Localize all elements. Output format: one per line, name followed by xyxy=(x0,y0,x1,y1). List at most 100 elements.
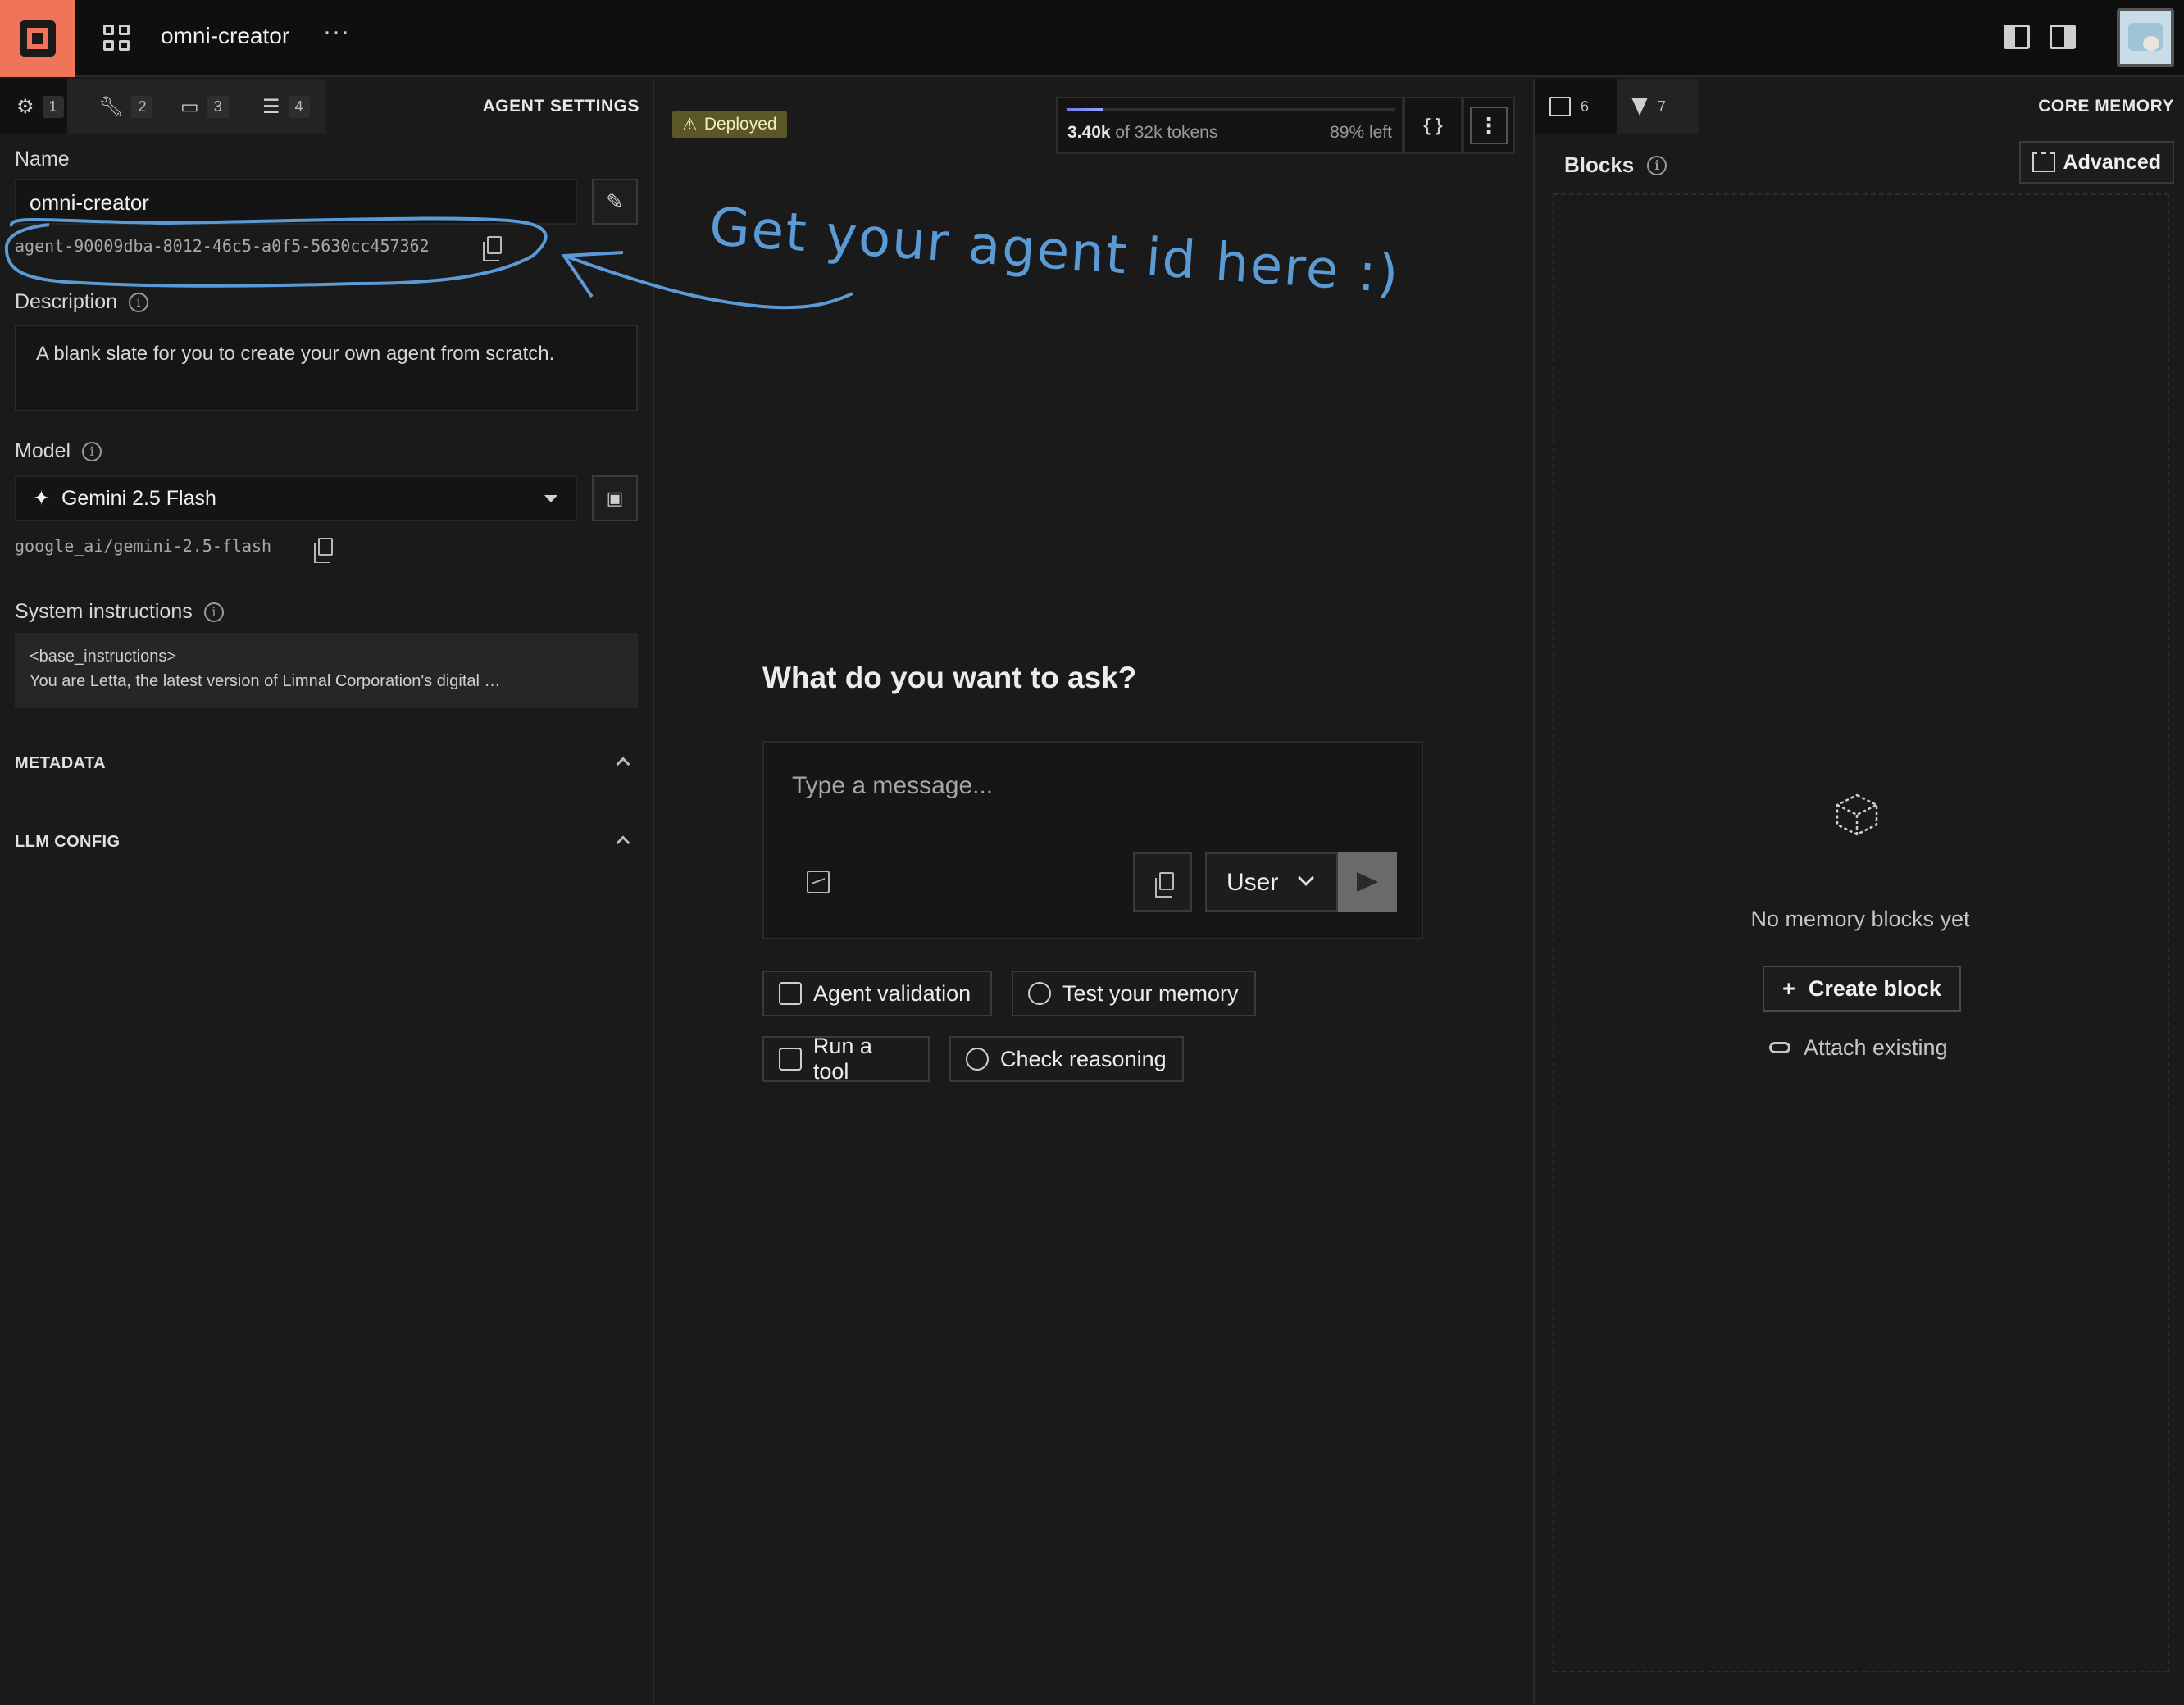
token-usage: 3.40k of 32k tokens 89% left xyxy=(1056,97,1404,154)
copy-icon xyxy=(1155,872,1174,898)
apps-grid-icon[interactable] xyxy=(103,25,131,52)
suggestion-test-memory[interactable]: Test your memory xyxy=(1012,971,1256,1016)
metadata-section[interactable]: METADATA xyxy=(15,754,635,779)
tab-count: 7 xyxy=(1658,98,1667,115)
suggestion-check-reasoning[interactable]: Check reasoning xyxy=(949,1036,1184,1082)
pencil-icon: ✎ xyxy=(606,189,624,214)
caret-down-icon xyxy=(544,495,557,502)
system-instructions-line: You are Letta, the latest version of Lim… xyxy=(30,672,501,690)
folder-icon: ▭ xyxy=(180,95,199,118)
info-icon[interactable]: i xyxy=(82,441,102,461)
section-title: AGENT SETTINGS xyxy=(482,97,639,116)
agent-title: omni-creator xyxy=(161,23,290,48)
toggle-right-panel-icon[interactable] xyxy=(2050,25,2076,49)
suggestion-label: Run a tool xyxy=(812,1034,872,1084)
tab-config[interactable]: ☰ 4 xyxy=(246,79,323,134)
token-progress-bar xyxy=(1067,108,1395,111)
create-block-label: Create block xyxy=(1808,975,1941,1001)
description-label: Description i xyxy=(15,290,149,314)
send-button[interactable] xyxy=(1338,852,1397,912)
layout-icon xyxy=(2032,152,2055,172)
message-composer: User xyxy=(762,741,1423,939)
attach-existing-button[interactable]: Attach existing xyxy=(1769,1031,1948,1064)
model-selected-value: Gemini 2.5 Flash xyxy=(61,486,216,510)
info-icon[interactable]: i xyxy=(203,602,224,622)
advanced-button[interactable]: Advanced xyxy=(2018,141,2174,184)
system-instructions-field[interactable]: <base_instructions> You are Letta, the l… xyxy=(15,633,638,708)
scan-icon xyxy=(779,982,802,1005)
sliders-icon: ☰ xyxy=(262,95,280,118)
model-label: Model i xyxy=(15,439,102,463)
model-settings-button[interactable]: ▣ xyxy=(592,475,638,521)
suggestion-label: Agent validation xyxy=(813,980,971,1006)
blocks-heading: Blocks i xyxy=(1564,152,1668,178)
message-input[interactable] xyxy=(792,772,1382,800)
right-panel-tabs: 6 7 xyxy=(1535,79,1699,134)
kebab-icon: ⋮ xyxy=(1470,107,1508,144)
more-options-icon[interactable]: ··· xyxy=(323,18,350,46)
name-label: Name xyxy=(15,148,70,170)
app-logo[interactable] xyxy=(0,0,75,77)
agent-settings-panel: ⚙ 1 🔧︎ 2 ▭ 3 ☰ 4 AGENT SETTINGS Name omni-cr… xyxy=(0,79,654,1705)
section-title: CORE MEMORY xyxy=(2038,97,2174,116)
advanced-label: Advanced xyxy=(2063,150,2161,174)
status-badge: ⚠ Deployed xyxy=(672,111,787,138)
user-avatar[interactable] xyxy=(2117,8,2174,67)
agent-id-value: agent-90009dba-8012-46c5-a0f5-5630cc4573… xyxy=(15,236,430,256)
chevron-up-icon xyxy=(616,757,630,771)
hourglass-icon xyxy=(1631,98,1648,116)
tab-agent[interactable]: ⚙ 1 xyxy=(0,79,67,134)
send-icon xyxy=(1357,872,1378,892)
toggle-left-panel-icon[interactable] xyxy=(2004,25,2030,49)
chevron-down-icon xyxy=(1298,870,1314,886)
wrench-icon: 🔧︎ xyxy=(98,95,124,118)
ask-heading: What do you want to ask? xyxy=(762,661,1137,694)
suggestion-agent-validation[interactable]: Agent validation xyxy=(762,971,992,1016)
chip-icon: ▣ xyxy=(606,488,624,508)
suggestion-label: Check reasoning xyxy=(1000,1046,1167,1071)
box-icon xyxy=(779,1048,802,1071)
attach-existing-label: Attach existing xyxy=(1804,1034,1948,1060)
chevron-up-icon xyxy=(616,835,630,850)
status-badge-label: Deployed xyxy=(703,115,777,134)
memory-blocks-area xyxy=(1553,193,2169,1672)
copy-agent-id-icon[interactable] xyxy=(483,236,502,261)
info-icon[interactable]: i xyxy=(1647,155,1668,175)
empty-state-text: No memory blocks yet xyxy=(1750,907,1970,931)
image-icon[interactable] xyxy=(807,871,830,893)
description-field[interactable]: A blank slate for you to create your own… xyxy=(15,325,638,411)
link-icon xyxy=(1769,1042,1790,1053)
suggestion-run-tool[interactable]: Run a tool xyxy=(762,1034,930,1084)
info-icon[interactable]: i xyxy=(129,292,149,312)
tab-archival[interactable]: 7 xyxy=(1617,79,1699,134)
role-selected-value: User xyxy=(1226,869,1279,896)
token-progress-fill xyxy=(1067,108,1103,111)
system-instructions-line: <base_instructions> xyxy=(30,648,177,666)
create-block-button[interactable]: + Create block xyxy=(1763,966,1961,1012)
json-view-button[interactable]: { } xyxy=(1404,97,1463,154)
tab-tools[interactable]: 🔧︎ 2 xyxy=(82,79,159,134)
edit-name-button[interactable]: ✎ xyxy=(592,179,638,225)
token-count: 3.40k of 32k tokens xyxy=(1067,123,1218,142)
nodes-icon xyxy=(1028,982,1051,1005)
annotation-text: Get your agent id here :) xyxy=(707,197,1402,306)
paste-button[interactable] xyxy=(1133,852,1192,912)
top-bar: omni-creator ··· xyxy=(0,0,2184,77)
tokens-left: 89% left xyxy=(1330,123,1392,142)
system-instructions-label: System instructions i xyxy=(15,600,224,624)
blocks-icon xyxy=(1549,97,1571,116)
left-panel-tabs: ⚙ 1 🔧︎ 2 ▭ 3 ☰ 4 xyxy=(0,79,326,134)
plus-icon: + xyxy=(1782,975,1795,1001)
chat-options-button[interactable]: ⋮ xyxy=(1463,97,1515,154)
role-select[interactable]: User xyxy=(1205,852,1338,912)
cube-icon xyxy=(1836,793,1878,836)
tab-count: 6 xyxy=(1581,98,1590,115)
tab-memory-blocks[interactable]: 6 xyxy=(1535,79,1617,134)
llm-config-section[interactable]: LLM CONFIG xyxy=(15,833,635,857)
model-select[interactable]: ✦ Gemini 2.5 Flash xyxy=(15,475,577,521)
core-memory-panel: 6 7 CORE MEMORY Blocks i Advanced No memo… xyxy=(1533,79,2184,1705)
agent-name-field[interactable]: omni-creator xyxy=(15,179,577,225)
model-id-value: google_ai/gemini-2.5-flash xyxy=(15,536,272,556)
tab-files[interactable]: ▭ 3 xyxy=(164,79,241,134)
copy-model-id-icon[interactable] xyxy=(314,538,333,563)
